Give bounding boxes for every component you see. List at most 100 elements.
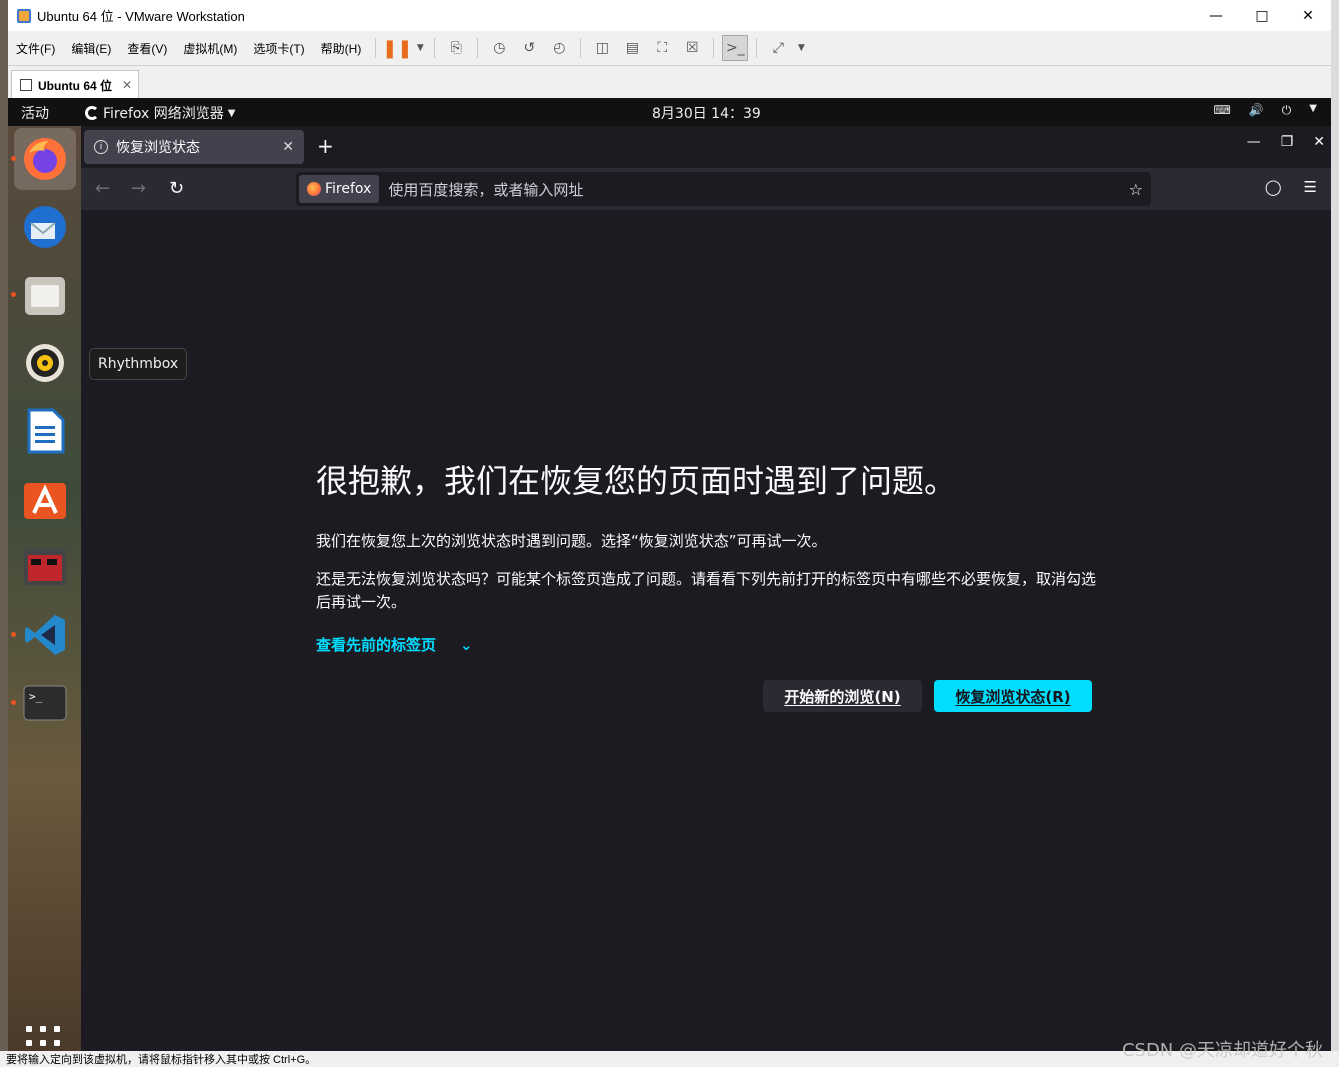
error-help-text: 还是无法恢复浏览状态吗？可能某个标签页造成了问题。请看看下列先前打开的标签页中有…	[316, 570, 1097, 611]
dock-remote-desktop[interactable]	[14, 536, 76, 598]
menu-tabs[interactable]: 选项卡(T)	[245, 40, 312, 57]
dock-thunderbird[interactable]	[14, 196, 76, 258]
menu-help[interactable]: 帮助(H)	[313, 40, 370, 57]
toolbar-separator	[375, 38, 377, 58]
url-placeholder[interactable]: 使用百度搜索，或者输入网址	[388, 179, 583, 200]
ubuntu-dock: >_	[8, 126, 81, 1060]
snapshot-manager-icon[interactable]: ◴	[546, 35, 572, 61]
chevron-down-icon: ▼	[227, 107, 236, 119]
restore-session-button[interactable]: 恢复浏览状态(R)	[934, 680, 1092, 712]
unity-icon[interactable]: ☒	[679, 35, 705, 61]
chevron-down-icon: ▼	[1309, 103, 1317, 114]
dock-terminal[interactable]: >_	[11, 672, 76, 734]
dock-vscode[interactable]	[11, 604, 76, 666]
app-menu[interactable]: Firefox 网络浏览器 ▼	[85, 103, 236, 123]
menu-icon[interactable]: ☰	[1304, 178, 1317, 196]
dock-firefox[interactable]	[11, 128, 76, 190]
dock-files[interactable]	[11, 264, 76, 326]
menu-vm[interactable]: 虚拟机(M)	[175, 40, 245, 57]
toolbar-right: ◯ ☰	[1265, 178, 1317, 196]
ubuntu-top-bar: 活动 Firefox 网络浏览器 ▼ 8月30日 14：39 ⌨ 🔊 ⏻ ▼	[8, 98, 1331, 126]
snapshot-icon[interactable]: ◷	[486, 35, 512, 61]
power-icon: ⏻	[1281, 103, 1292, 117]
svg-text:>_: >_	[29, 690, 43, 703]
toolbar-separator	[713, 38, 715, 58]
pocket-icon[interactable]: ◯	[1265, 178, 1282, 196]
remote-desktop-icon	[24, 549, 66, 585]
page-title: 很抱歉，我们在恢复您的页面时遇到了问题。	[316, 462, 957, 500]
minimize-button[interactable]: —	[1193, 0, 1239, 31]
navigation-toolbar: ← → ↻ Firefox 使用百度搜索，或者输入网址 ☆ ◯ ☰	[81, 168, 1331, 210]
tab-restore-session[interactable]: i 恢复浏览状态 ✕	[84, 130, 304, 164]
minimize-icon[interactable]: —	[1247, 134, 1261, 150]
chevron-down-icon: ⌄	[460, 635, 473, 654]
vm-tab[interactable]: Ubuntu 64 位 ✕	[11, 70, 139, 99]
desktop-edge	[1331, 0, 1339, 1067]
vmware-app-icon	[17, 8, 31, 23]
watermark: CSDN @天凉却道好个秋	[1121, 1040, 1323, 1061]
vm-icon	[20, 79, 32, 91]
view-previous-tabs-toggle[interactable]: 查看先前的标签页 ⌄	[316, 634, 473, 655]
libreoffice-writer-icon	[27, 408, 65, 454]
stretch-icon[interactable]: ⤢	[765, 35, 791, 61]
ubuntu-software-icon	[24, 483, 66, 519]
toolbar-separator	[434, 38, 436, 58]
new-tab-button[interactable]: +	[317, 134, 334, 158]
dropdown-icon[interactable]: ▼	[795, 35, 807, 61]
page-content: 很抱歉，我们在恢复您的页面时遇到了问题。 我们在恢复您上次的浏览状态时遇到问题。…	[81, 210, 1331, 1051]
firefox-icon	[24, 138, 66, 180]
thumbnail-bar-icon[interactable]: ▤	[619, 35, 645, 61]
running-indicator	[11, 292, 16, 297]
running-indicator	[11, 156, 16, 161]
keyboard-icon: ⌨	[1213, 103, 1231, 117]
vmware-titlebar: Ubuntu 64 位 - VMware Workstation — □ ✕	[8, 0, 1331, 31]
system-tray[interactable]: ⌨ 🔊 ⏻ ▼	[1214, 103, 1317, 118]
close-tab-icon[interactable]: ✕	[282, 139, 294, 155]
volume-icon: 🔊	[1248, 103, 1264, 117]
menu-file[interactable]: 文件(F)	[8, 40, 63, 57]
back-button[interactable]: ←	[95, 178, 110, 199]
firefox-window-controls: — ❐ ✕	[1247, 134, 1325, 150]
thunderbird-icon	[24, 206, 66, 248]
start-new-session-button[interactable]: 开始新的浏览(N)	[763, 680, 922, 712]
revert-snapshot-icon[interactable]: ↺	[516, 35, 542, 61]
firefox-logo-icon	[307, 182, 321, 196]
send-ctrl-alt-del-icon[interactable]: ⎘	[443, 35, 469, 61]
tab-strip: i 恢复浏览状态 ✕ + — ❐ ✕	[81, 126, 1331, 168]
activities-button[interactable]: 活动	[21, 103, 49, 123]
running-indicator	[11, 632, 16, 637]
console-view-icon[interactable]: >_	[722, 35, 749, 61]
pause-icon[interactable]: ❚❚	[382, 35, 412, 61]
close-button[interactable]: ✕	[1285, 0, 1331, 31]
dock-libreoffice-writer[interactable]	[14, 400, 76, 462]
full-screen-icon[interactable]: ⛶	[649, 35, 675, 61]
dock-tooltip: Rhythmbox	[89, 348, 188, 380]
show-library-icon[interactable]: ◫	[589, 35, 615, 61]
rhythmbox-icon	[26, 344, 64, 382]
dock-ubuntu-software[interactable]	[14, 468, 76, 530]
menu-edit[interactable]: 编辑(E)	[63, 40, 119, 57]
info-icon: i	[94, 140, 108, 154]
menu-view[interactable]: 查看(V)	[119, 40, 175, 57]
view-previous-tabs-label: 查看先前的标签页	[316, 636, 437, 654]
app-menu-label: Firefox 网络浏览器	[103, 106, 224, 122]
close-icon[interactable]: ✕	[1313, 134, 1325, 150]
guest-screen[interactable]: 活动 Firefox 网络浏览器 ▼ 8月30日 14：39 ⌨ 🔊 ⏻ ▼ >…	[8, 98, 1331, 1060]
toolbar-separator	[756, 38, 758, 58]
tab-title: 恢复浏览状态	[116, 140, 200, 156]
dock-rhythmbox[interactable]	[14, 332, 76, 394]
vmware-menubar: 文件(F) 编辑(E) 查看(V) 虚拟机(M) 选项卡(T) 帮助(H) ❚❚…	[8, 31, 1331, 65]
url-bar[interactable]: Firefox 使用百度搜索，或者输入网址 ☆	[296, 172, 1151, 206]
maximize-button[interactable]: □	[1239, 0, 1285, 31]
search-engine-label: Firefox	[325, 181, 372, 197]
restore-icon[interactable]: ❐	[1281, 134, 1294, 150]
close-tab-icon[interactable]: ✕	[122, 78, 132, 92]
reload-button[interactable]: ↻	[169, 178, 184, 199]
search-engine-chip[interactable]: Firefox	[299, 175, 380, 203]
clock[interactable]: 8月30日 14：39	[652, 103, 761, 123]
forward-button[interactable]: →	[131, 178, 146, 199]
bookmark-star-icon[interactable]: ☆	[1129, 180, 1143, 199]
window-title: Ubuntu 64 位 - VMware Workstation	[37, 9, 245, 24]
dropdown-icon[interactable]: ▼	[414, 35, 426, 61]
terminal-icon: >_	[23, 685, 67, 721]
